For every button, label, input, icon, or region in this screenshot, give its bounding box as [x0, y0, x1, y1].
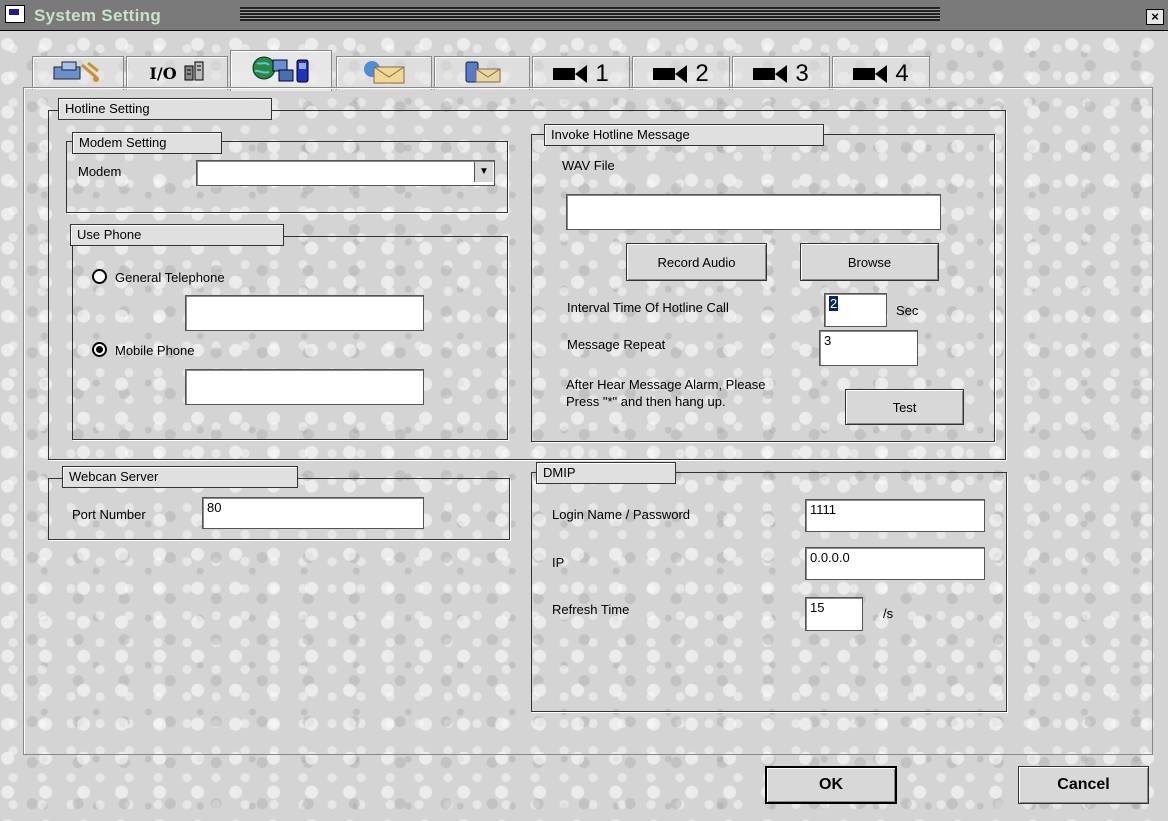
- invoke-hotline-title: Invoke Hotline Message: [544, 124, 824, 146]
- tab-camera-2-label: 2: [695, 59, 709, 87]
- tab-camera-4-label: 4: [895, 59, 909, 87]
- login-field[interactable]: 1111: [805, 499, 985, 532]
- tab-io[interactable]: I/O: [126, 56, 228, 90]
- tab-camera-4[interactable]: 4: [832, 56, 930, 90]
- ip-label: IP: [552, 555, 565, 570]
- interval-unit-label: Sec: [896, 303, 919, 318]
- interval-time-value: 2: [829, 296, 839, 311]
- message-repeat-label: Message Repeat: [567, 337, 666, 352]
- tab-network[interactable]: [32, 56, 124, 90]
- mobile-phone-label: Mobile Phone: [115, 343, 195, 358]
- tab-camera-2[interactable]: 2: [632, 56, 730, 90]
- camera-icon: [553, 64, 589, 83]
- hotline-setting-title: Hotline Setting: [58, 98, 272, 120]
- tab-sms[interactable]: [434, 56, 530, 90]
- camera-icon: [653, 64, 689, 83]
- record-audio-button[interactable]: Record Audio: [626, 243, 767, 281]
- mail-icon: [358, 59, 410, 88]
- message-repeat-field[interactable]: 3: [819, 330, 918, 366]
- hint-line-2: Press "*" and then hang up.: [566, 394, 726, 409]
- camera-icon: [853, 64, 889, 83]
- ok-button[interactable]: OK: [765, 766, 897, 804]
- webcam-server-title: Webcan Server: [62, 466, 298, 488]
- chevron-down-icon[interactable]: ▼: [474, 162, 493, 182]
- tab-io-label: I/O: [149, 64, 177, 83]
- tab-camera-3[interactable]: 3: [732, 56, 830, 90]
- refresh-unit-label: /s: [883, 606, 894, 621]
- interval-time-field[interactable]: 2: [824, 293, 887, 327]
- login-label: Login Name / Password: [552, 507, 691, 522]
- camera-icon: [753, 64, 789, 83]
- modem-label: Modem: [78, 164, 122, 179]
- general-telephone-label: General Telephone: [115, 270, 225, 285]
- modem-select[interactable]: ▼: [196, 160, 495, 186]
- ip-field[interactable]: 0.0.0.0: [805, 547, 985, 580]
- tab-hotline[interactable]: [230, 50, 332, 91]
- cancel-button[interactable]: Cancel: [1018, 766, 1149, 804]
- use-phone-group: [72, 236, 508, 440]
- hint-line-1: After Hear Message Alarm, Please: [566, 377, 766, 392]
- test-button[interactable]: Test: [845, 389, 964, 425]
- io-icon: [183, 60, 205, 87]
- tab-camera-1[interactable]: 1: [532, 56, 630, 90]
- mobile-phone-radio[interactable]: [92, 342, 107, 357]
- title-bar: System Setting ×: [0, 0, 1168, 31]
- close-button[interactable]: ×: [1146, 9, 1164, 25]
- modem-setting-title: Modem Setting: [72, 132, 222, 154]
- port-number-field[interactable]: 80: [202, 497, 424, 529]
- port-number-label: Port Number: [72, 507, 146, 522]
- tab-email[interactable]: [336, 56, 432, 90]
- window-title: System Setting: [34, 6, 162, 25]
- system-menu-icon[interactable]: [5, 5, 25, 23]
- browse-button[interactable]: Browse: [800, 243, 939, 281]
- wav-file-label: WAV File: [562, 158, 615, 173]
- mobile-mail-icon: [460, 59, 504, 88]
- refresh-time-label: Refresh Time: [552, 602, 630, 617]
- network-icon: [52, 59, 104, 88]
- refresh-time-field[interactable]: 15: [805, 597, 863, 631]
- globe-phone-icon: [251, 54, 311, 89]
- title-grip: [240, 7, 940, 21]
- tab-camera-1-label: 1: [595, 59, 609, 87]
- general-telephone-field[interactable]: [185, 295, 424, 331]
- general-telephone-radio[interactable]: [92, 269, 107, 284]
- wav-file-field[interactable]: [566, 194, 941, 230]
- use-phone-title: Use Phone: [70, 224, 284, 246]
- interval-time-label: Interval Time Of Hotline Call: [567, 300, 729, 315]
- dmip-title: DMIP: [536, 462, 676, 484]
- mobile-phone-field[interactable]: [185, 369, 424, 405]
- tab-camera-3-label: 3: [795, 59, 809, 87]
